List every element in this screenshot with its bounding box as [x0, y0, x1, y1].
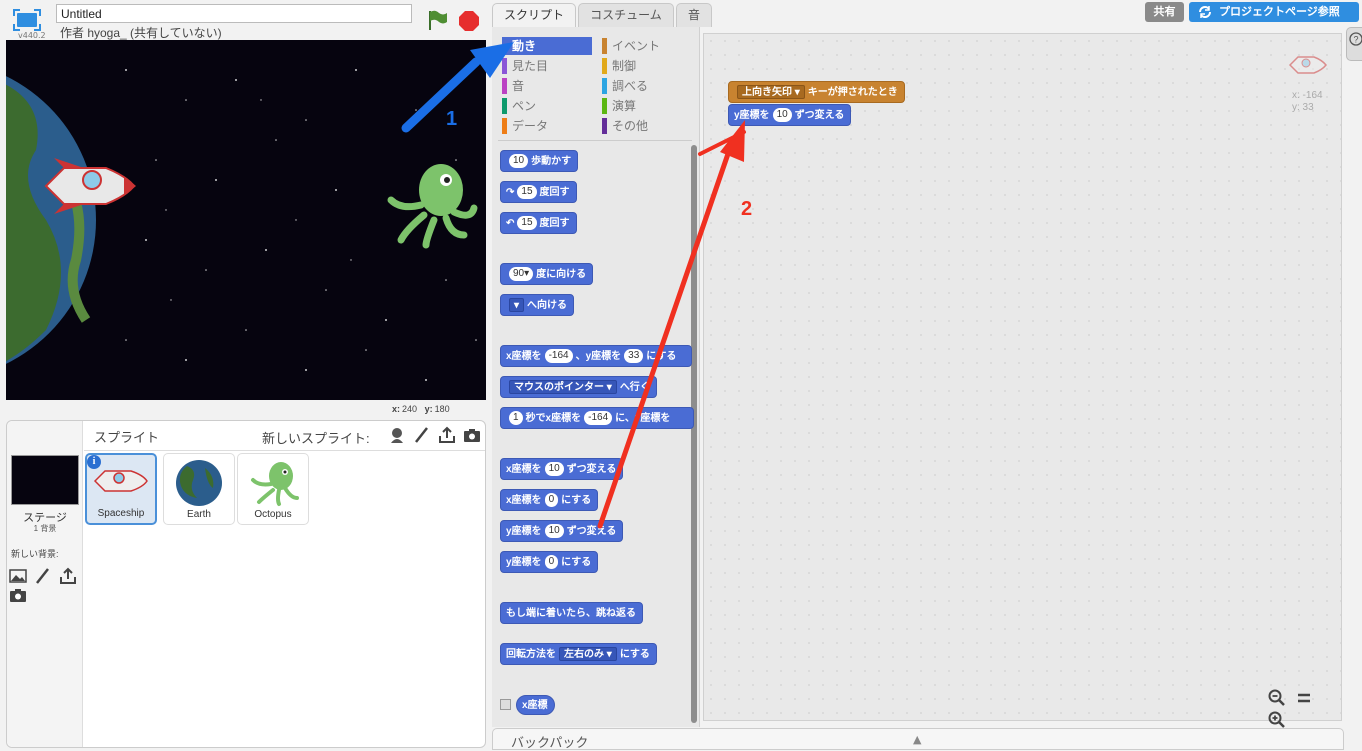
stop-icon[interactable] [458, 10, 480, 32]
upload-icon[interactable] [59, 567, 77, 585]
earth-thumbnail [176, 460, 222, 506]
tab-scripts[interactable]: スクリプト [492, 3, 576, 28]
category-motion[interactable]: 動き [502, 37, 592, 55]
block-turn-right[interactable]: ↷ 15 度回す [500, 181, 577, 203]
new-sprite-tools [388, 424, 483, 444]
block-rotation-style[interactable]: 回転方法を 左右のみ ▾ にする [500, 643, 657, 665]
backpack-bar[interactable]: バックパック ▲ [492, 728, 1344, 750]
stage-coordinates: x: 240 y: 180 [392, 404, 450, 414]
turn-right-icon: ↷ [506, 187, 515, 198]
category-events[interactable]: イベント [602, 37, 692, 55]
help-tab[interactable]: ? [1346, 27, 1362, 61]
image-library-icon[interactable] [9, 567, 27, 585]
category-control[interactable]: 制御 [602, 57, 692, 75]
block-palette: 動き イベント 見た目 制御 音 調べる ペン 演算 データ その他 10 歩動か… [492, 27, 700, 727]
palette-divider [498, 140, 692, 141]
script-hat-key-pressed[interactable]: 上向き矢印 ▾ キーが押されたとき [728, 81, 905, 103]
zoom-reset-icon[interactable] [1295, 689, 1313, 707]
palette-scrollbar[interactable] [691, 145, 697, 723]
block-change-x[interactable]: x座標を 10 ずつ変える [500, 458, 624, 480]
stars [125, 69, 477, 381]
sprite-name: Earth [187, 509, 211, 520]
expand-arrow-icon[interactable]: ▲ [913, 733, 921, 746]
annotation-label-2: 2 [741, 198, 753, 220]
sprite-panel: ステージ 1 背景 新しい背景: スプライト 新しいスプライト: i Space… [6, 420, 486, 748]
category-more[interactable]: その他 [602, 117, 692, 135]
block-x-position[interactable]: x座標 [516, 695, 555, 715]
category-sound[interactable]: 音 [502, 77, 592, 95]
sprite-name: Spaceship [97, 508, 145, 519]
block-point-towards[interactable]: ▾ へ向ける [500, 294, 575, 316]
block-move-steps[interactable]: 10 歩動かす [500, 150, 579, 172]
scripts-area[interactable]: x: -164 y: 33 上向き矢印 ▾ キーが押されたとき y座標を 10 ずつ変… [703, 33, 1342, 728]
project-page-button[interactable]: プロジェクトページ参照 [1189, 2, 1359, 22]
sprites-header: スプライト 新しいスプライト: [84, 421, 485, 451]
stage-canvas[interactable] [6, 40, 486, 400]
category-looks[interactable]: 見た目 [502, 57, 592, 75]
refresh-icon [1199, 6, 1211, 18]
sprite-library-icon[interactable] [388, 426, 406, 444]
sprite-card-earth[interactable]: Earth [163, 453, 235, 525]
zoom-tools [1268, 689, 1341, 733]
info-icon[interactable]: i [87, 455, 101, 469]
category-list: 動き イベント 見た目 制御 音 調べる ペン 演算 データ その他 [492, 35, 700, 145]
block-set-x[interactable]: x座標を 0 にする [500, 489, 599, 511]
project-title-input[interactable] [56, 4, 412, 23]
sprite-card-spaceship[interactable]: i Spaceship [85, 453, 157, 525]
stage-column: ステージ 1 背景 新しい背景: [7, 421, 83, 747]
script-change-y[interactable]: y座標を 10 ずつ変える [728, 104, 852, 126]
backpack-label: バックパック [511, 735, 589, 750]
turn-left-icon: ↶ [506, 218, 515, 229]
new-backdrop-label: 新しい背景: [11, 549, 59, 559]
x-position-checkbox[interactable] [500, 699, 511, 710]
block-bounce[interactable]: もし端に着いたら、跳ね返る [500, 602, 643, 624]
category-operators[interactable]: 演算 [602, 97, 692, 115]
zoom-in-icon[interactable] [1268, 711, 1286, 729]
category-pen[interactable]: ペン [502, 97, 592, 115]
block-goto[interactable]: マウスのポインター ▾ へ行く [500, 376, 657, 398]
category-data[interactable]: データ [502, 117, 592, 135]
sprite-position: x: -164 y: 33 [1292, 90, 1323, 113]
tab-sounds[interactable]: 音 [676, 3, 712, 27]
version-label: v440.2 [18, 31, 46, 40]
upload-icon[interactable] [438, 426, 456, 444]
sprite-card-octopus[interactable]: Octopus [237, 453, 309, 525]
block-change-y[interactable]: y座標を 10 ずつ変える [500, 520, 624, 542]
zoom-out-icon[interactable] [1268, 689, 1286, 707]
annotation-label-1: 1 [446, 108, 458, 130]
author-label: 作者 hyoga_ (共有していない) [60, 26, 222, 40]
stage-thumbnail[interactable] [11, 455, 79, 505]
svg-text:?: ? [1353, 35, 1358, 45]
paint-brush-icon[interactable] [413, 426, 431, 444]
block-glide[interactable]: 1 秒でx座標を -164 に、y座標を [500, 407, 694, 429]
block-set-y[interactable]: y座標を 0 にする [500, 551, 599, 573]
category-sensing[interactable]: 調べる [602, 77, 692, 95]
octopus-thumbnail [251, 462, 299, 506]
tab-costumes[interactable]: コスチューム [578, 3, 674, 27]
new-sprite-label: 新しいスプライト: [262, 431, 370, 446]
block-goto-xy[interactable]: x座標を -164 、y座標を 33 にする [500, 345, 692, 367]
sprites-title: スプライト [94, 430, 160, 445]
backdrop-count: 1 背景 [33, 524, 57, 533]
camera-icon[interactable] [463, 426, 481, 444]
help-icon: ? [1349, 32, 1362, 46]
share-button[interactable]: 共有 [1145, 2, 1184, 22]
block-turn-left[interactable]: ↶ 15 度回す [500, 212, 577, 234]
block-point-direction[interactable]: 90▾ 度に向ける [500, 263, 594, 285]
sprite-name: Octopus [254, 509, 292, 520]
sprite-thumbnail-icon [1288, 56, 1327, 74]
new-backdrop-tools [9, 565, 82, 604]
camera-icon[interactable] [9, 586, 27, 604]
earth-sprite[interactable] [6, 60, 96, 380]
green-flag-icon[interactable] [426, 8, 448, 32]
fullscreen-icon[interactable] [12, 8, 42, 32]
stage-scene [6, 60, 478, 381]
paint-brush-icon[interactable] [34, 567, 52, 585]
octopus-sprite[interactable] [387, 164, 478, 249]
